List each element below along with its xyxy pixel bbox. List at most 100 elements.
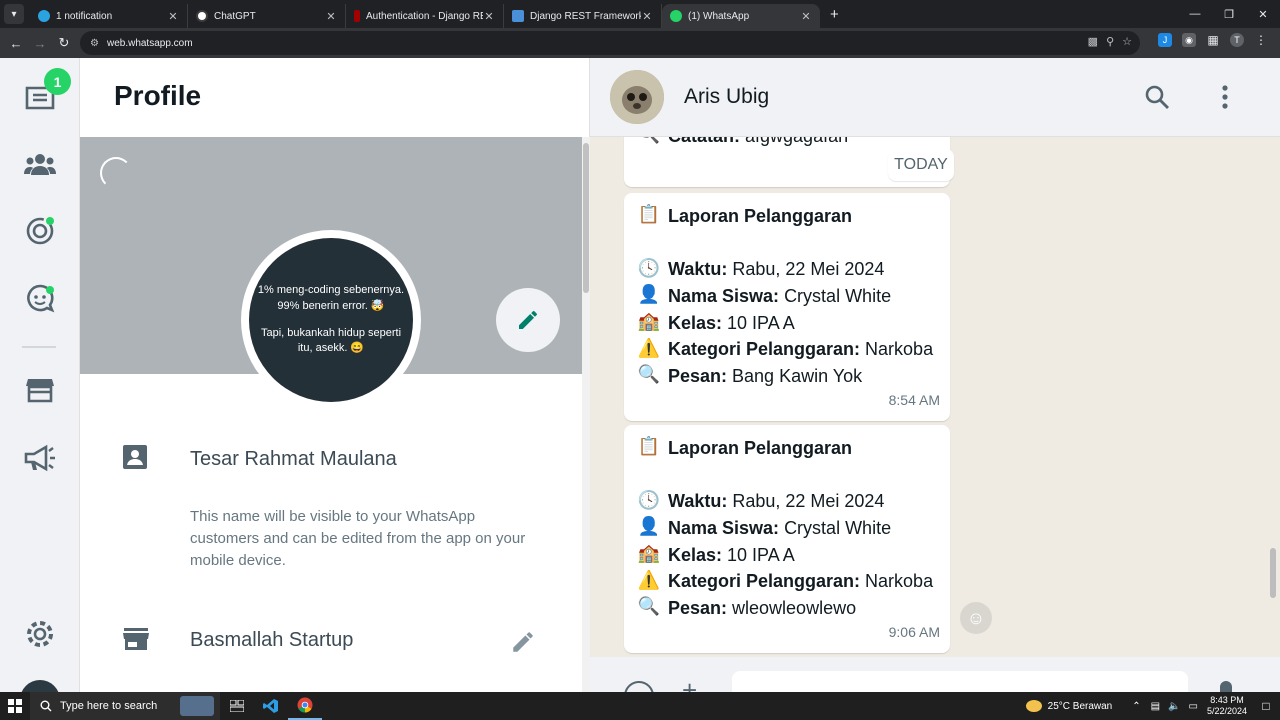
chat-header[interactable]: Aris Ubig (590, 58, 1280, 137)
unread-badge: 1 (44, 68, 71, 95)
vscode-icon[interactable] (254, 692, 288, 720)
message-line: 🕓 Waktu: Rabu, 22 Mei 2024 (636, 256, 940, 283)
status-dot (46, 217, 54, 225)
chevron-up-icon[interactable]: ⌃ (1132, 701, 1140, 712)
catalog-icon[interactable] (22, 372, 58, 408)
mic-icon[interactable] (1220, 681, 1232, 692)
profile-scrollbar[interactable] (582, 137, 590, 692)
business-name: Basmallah Startup (190, 629, 354, 651)
loading-spinner (100, 157, 132, 189)
message-list[interactable]: 🔍 Catatan: afgwgagafan TODAY 📋 Laporan Pela… (590, 137, 1280, 657)
clipboard-icon: 📋 (637, 204, 661, 225)
telegram-icon (38, 10, 50, 22)
edit-cover-button[interactable] (496, 288, 560, 352)
zoom-icon[interactable]: ⚲ (1106, 35, 1114, 48)
clock-icon: 🕓 (637, 257, 661, 278)
composer: + (590, 657, 1280, 692)
field-value: Bang Kawin Yok (732, 365, 863, 386)
message-line: ⚠️ Kategori Pelanggaran: Narkoba (636, 568, 940, 595)
bookmark-star-icon[interactable]: ☆ (1122, 35, 1132, 48)
profile-avatar[interactable]: T (1230, 33, 1244, 47)
browser-tab-active[interactable]: (1) WhatsApp ✕ (662, 4, 820, 28)
field-label: Pesan: (668, 365, 728, 386)
message-line: 🔍 Pesan: wleowleowlewo (636, 595, 940, 622)
about-line: Tapi, bukankah hidup seperti (260, 327, 402, 339)
window-controls: — ❐ ✕ (1178, 0, 1280, 28)
chat-scrollbar[interactable] (1268, 216, 1280, 657)
chrome-icon[interactable] (288, 692, 322, 720)
restore-icon[interactable]: ❐ (1212, 0, 1246, 28)
my-avatar[interactable] (20, 680, 60, 692)
page-title: Profile (114, 80, 202, 111)
tab-label: ChatGPT (214, 10, 256, 22)
battery-icon[interactable]: ▭ (1189, 701, 1198, 712)
taskbar-search[interactable]: Type here to search (30, 692, 220, 720)
close-icon[interactable]: ✕ (641, 10, 653, 23)
network-icon[interactable]: ▤ (1151, 701, 1160, 712)
minimize-icon[interactable]: — (1178, 0, 1212, 28)
task-view-icon[interactable] (220, 692, 254, 720)
browser-tab[interactable]: Django REST Framework Authe... ✕ (504, 4, 662, 28)
settings-gear-icon[interactable] (22, 616, 58, 652)
close-icon[interactable]: ✕ (483, 10, 495, 23)
field-label: Catatan: (668, 137, 740, 147)
notification-center-icon[interactable]: □ (1252, 699, 1280, 713)
puzzle-icon[interactable]: ▦ (1206, 33, 1220, 47)
windows-start-icon[interactable] (0, 692, 30, 720)
profile-picture[interactable]: 1% meng-coding sebenernya. 99% benerin e… (241, 230, 421, 410)
site-info-icon[interactable]: ⚙ (90, 38, 99, 49)
message-bubble[interactable]: 📋 Laporan Pelanggaran 🕓 Waktu: Rabu, 22 Mei… (624, 425, 950, 653)
field-label: Pesan: (668, 597, 728, 618)
browser-toolbar: ← → ↻ ⚙ web.whatsapp.com ▩ ⚲ ☆ J ◉ ▦ T ⋮ (0, 28, 1280, 58)
emoji-icon[interactable] (624, 681, 654, 692)
tab-label: (1) WhatsApp (688, 10, 750, 22)
extensions-area: J ◉ ▦ T ⋮ (1158, 33, 1268, 47)
more-vert-icon[interactable]: ⋮ (1254, 33, 1268, 47)
search-icon[interactable] (1142, 82, 1172, 112)
message-input[interactable] (732, 671, 1188, 692)
browser-tab[interactable]: 1 notification ✕ (30, 4, 188, 28)
message-title: Laporan Pelanggaran (668, 205, 853, 226)
camera-extension-icon[interactable]: ◉ (1182, 33, 1196, 47)
weather-text[interactable]: 25°C Berawan (1048, 701, 1113, 712)
close-icon[interactable]: ✕ (325, 10, 337, 23)
contact-name[interactable]: Aris Ubig (684, 85, 769, 109)
menu-icon[interactable] (1210, 82, 1240, 112)
message-line: 🔍 Catatan: afgwgagafan (636, 137, 940, 150)
communities-icon[interactable] (22, 146, 58, 182)
reload-icon[interactable]: ↻ (52, 35, 76, 51)
address-bar[interactable]: ⚙ web.whatsapp.com ▩ ⚲ ☆ (80, 31, 1140, 55)
extension-icon[interactable]: J (1158, 33, 1172, 47)
close-icon[interactable]: ✕ (800, 10, 812, 23)
contact-avatar[interactable] (610, 70, 664, 124)
browser-tab[interactable]: Authentication - Django REST f... ✕ (346, 4, 504, 28)
message-line-blank (636, 462, 940, 489)
edit-business-button[interactable] (510, 629, 536, 660)
react-emoji-icon[interactable]: ☺ (960, 602, 992, 634)
message-bubble[interactable]: 📋 Laporan Pelanggaran 🕓 Waktu: Rabu, 22 Mei… (624, 193, 950, 421)
channels-dot (46, 286, 54, 294)
install-app-icon[interactable]: ▩ (1088, 35, 1098, 48)
back-icon[interactable]: ← (4, 36, 28, 51)
field-label: Kelas: (668, 312, 723, 333)
forward-icon[interactable]: → (28, 36, 52, 51)
search-placeholder: Type here to search (60, 700, 158, 712)
channels-icon[interactable] (22, 280, 58, 316)
close-icon[interactable]: ✕ (167, 10, 179, 23)
magnifier-icon: 🔍 (636, 137, 662, 148)
system-tray: 25°C Berawan ⌃ ▤ 🔈 ▭ 8:43 PM 5/22/2024 □ (1025, 692, 1280, 720)
message-line: 🏫 Kelas: 10 IPA A (636, 310, 940, 337)
browser-tab[interactable]: ChatGPT ✕ (188, 4, 346, 28)
close-window-icon[interactable]: ✕ (1246, 0, 1280, 28)
clipboard-icon: 📋 (637, 436, 661, 457)
message-line: 🔍 Pesan: Bang Kawin Yok (636, 363, 940, 390)
message-line: ⚠️ Kategori Pelanggaran: Narkoba (636, 336, 940, 363)
attach-plus-icon[interactable]: + (682, 675, 697, 692)
advertise-icon[interactable] (22, 440, 58, 476)
tab-search-button[interactable]: ▾ (4, 4, 24, 24)
field-value: Narkoba (865, 571, 934, 592)
speaker-icon[interactable]: 🔈 (1168, 701, 1180, 712)
taskbar-clock[interactable]: 8:43 PM 5/22/2024 (1202, 695, 1252, 717)
message-time: 9:06 AM (888, 623, 940, 640)
new-tab-button[interactable]: + (830, 6, 839, 23)
